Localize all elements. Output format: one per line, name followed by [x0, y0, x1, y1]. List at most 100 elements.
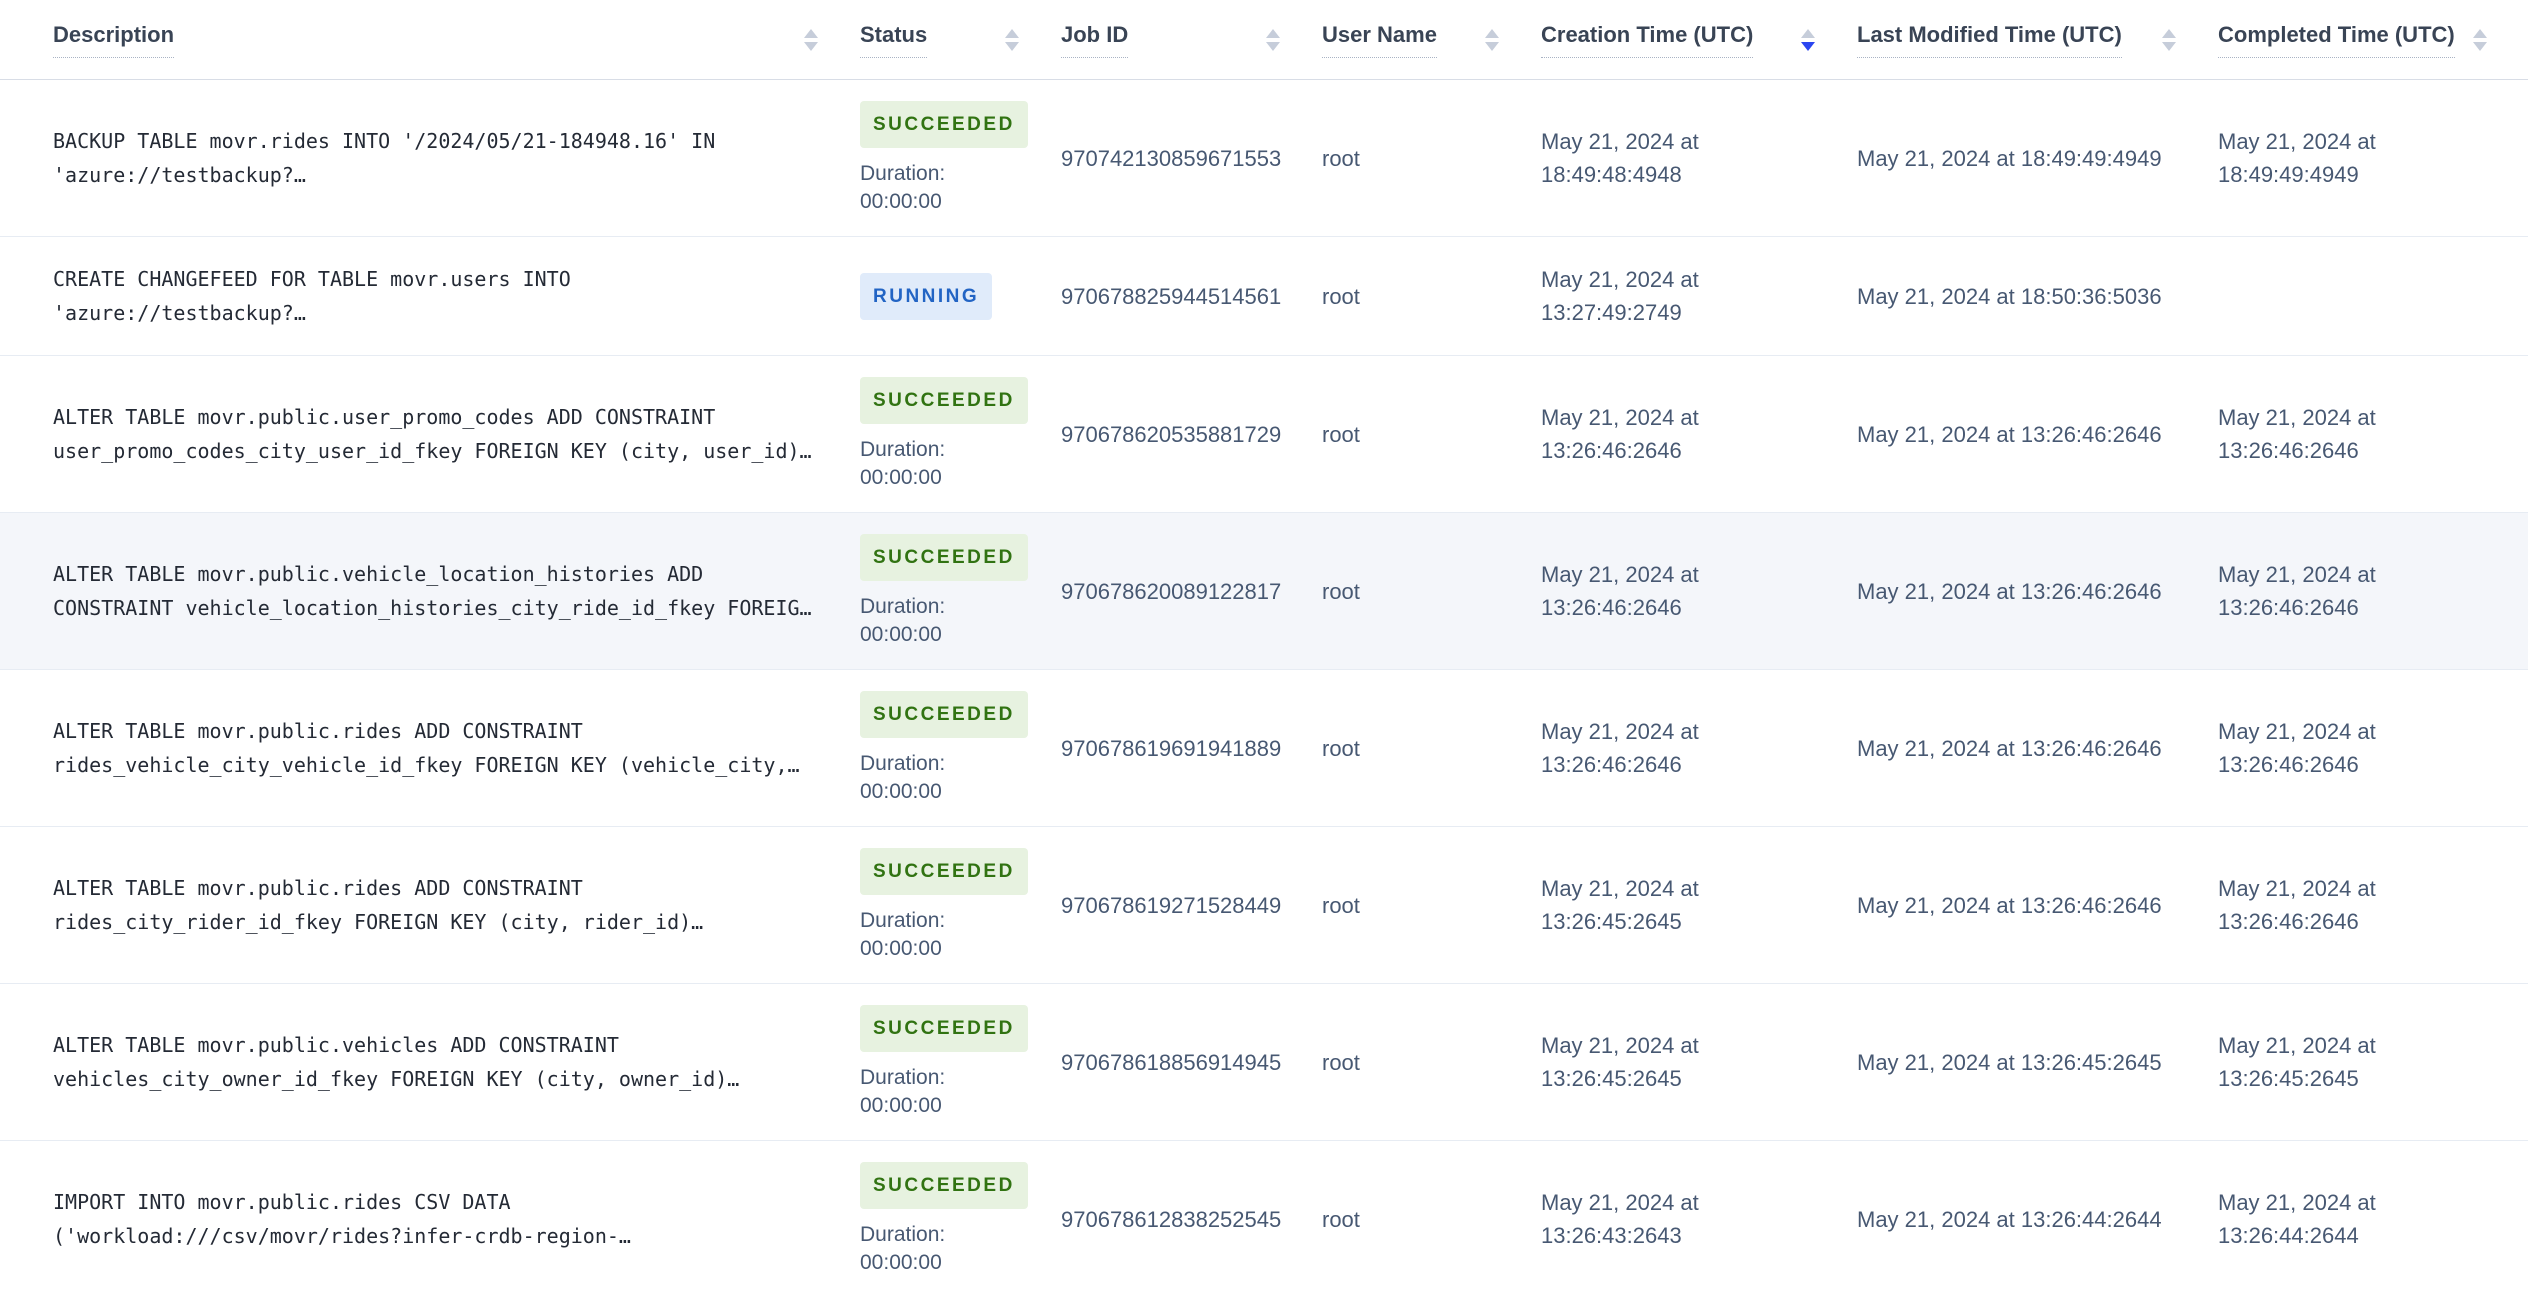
column-header-label[interactable]: Creation Time (UTC): [1541, 22, 1754, 58]
job-id-cell: 970678612838252545: [1061, 1206, 1282, 1232]
column-header-creation-time[interactable]: Creation Time (UTC): [1541, 0, 1857, 79]
table-row[interactable]: CREATE CHANGEFEED FOR TABLE movr.users I…: [0, 237, 2528, 356]
column-header-user-name[interactable]: User Name: [1322, 0, 1541, 79]
job-description-line2[interactable]: ('workload:///csv/movr/rides?infer-crdb-…: [53, 1219, 830, 1253]
sort-asc-arrow-icon: [2472, 28, 2487, 38]
job-description-line2[interactable]: rides_city_rider_id_fkey FOREIGN KEY (ci…: [53, 905, 830, 939]
sort-desc-arrow-icon: [804, 41, 818, 51]
job-description-cell[interactable]: ALTER TABLE movr.public.vehicle_location…: [0, 557, 860, 625]
table-row[interactable]: ALTER TABLE movr.public.rides ADD CONSTR…: [0, 827, 2528, 984]
sort-toggle-icon[interactable]: [804, 28, 818, 51]
last-modified-time-cell: May 21, 2024 at 18:50:36:5036: [1857, 283, 2162, 309]
column-header-label[interactable]: Status: [860, 22, 928, 58]
job-description-cell[interactable]: ALTER TABLE movr.public.rides ADD CONSTR…: [0, 714, 860, 782]
column-header-label[interactable]: Job ID: [1061, 22, 1129, 58]
sort-toggle-icon[interactable]: [2162, 28, 2176, 51]
sort-asc-arrow-icon: [1801, 28, 1815, 38]
status-badge: RUNNING: [860, 272, 993, 320]
sort-toggle-icon[interactable]: [2472, 28, 2487, 51]
duration-block: Duration: 00:00:00: [860, 593, 945, 649]
job-description-cell[interactable]: ALTER TABLE movr.public.rides ADD CONSTR…: [0, 871, 860, 939]
user-name-cell: root: [1322, 892, 1360, 918]
creation-time-cell: May 21, 2024 at 13:26:46:2646: [1541, 719, 1699, 777]
table-header-row: Description Status Job ID User Name Crea…: [0, 0, 2528, 80]
sort-toggle-icon[interactable]: [1005, 28, 1019, 51]
job-description-cell[interactable]: ALTER TABLE movr.public.user_promo_codes…: [0, 400, 860, 468]
table-row[interactable]: ALTER TABLE movr.public.user_promo_codes…: [0, 356, 2528, 513]
table-row[interactable]: BACKUP TABLE movr.rides INTO '/2024/05/2…: [0, 80, 2528, 237]
sort-desc-arrow-icon: [1485, 41, 1499, 51]
job-description-line2[interactable]: vehicles_city_owner_id_fkey FOREIGN KEY …: [53, 1062, 830, 1096]
duration-block: Duration: 00:00:00: [860, 1064, 945, 1120]
job-description-line1[interactable]: ALTER TABLE movr.public.user_promo_codes…: [53, 400, 830, 434]
completed-time-cell: May 21, 2024 at 13:26:46:2646: [2218, 562, 2376, 620]
column-header-label[interactable]: Description: [53, 22, 175, 58]
job-description-line2[interactable]: 'azure://testbackup?…: [53, 296, 830, 330]
column-header-job-id[interactable]: Job ID: [1061, 0, 1322, 79]
last-modified-time-cell: May 21, 2024 at 18:49:49:4949: [1857, 145, 2162, 171]
duration-block: Duration: 00:00:00: [860, 436, 945, 492]
status-badge: SUCCEEDED: [860, 1004, 1028, 1052]
duration-value: 00:00:00: [860, 1093, 942, 1117]
job-description-line1[interactable]: CREATE CHANGEFEED FOR TABLE movr.users I…: [53, 262, 830, 296]
duration-value: 00:00:00: [860, 622, 942, 646]
user-name-cell: root: [1322, 145, 1360, 171]
table-row[interactable]: ALTER TABLE movr.public.rides ADD CONSTR…: [0, 670, 2528, 827]
sort-desc-arrow-icon: [1266, 41, 1280, 51]
job-description-cell[interactable]: IMPORT INTO movr.public.rides CSV DATA (…: [0, 1185, 860, 1253]
duration-block: Duration: 00:00:00: [860, 160, 945, 216]
table-row[interactable]: IMPORT INTO movr.public.rides CSV DATA (…: [0, 1141, 2528, 1292]
job-description-line2[interactable]: user_promo_codes_city_user_id_fkey FOREI…: [53, 434, 830, 468]
status-badge: SUCCEEDED: [860, 376, 1028, 424]
column-header-label[interactable]: Last Modified Time (UTC): [1857, 22, 2122, 58]
completed-time-cell: May 21, 2024 at 13:26:44:2644: [2218, 1190, 2376, 1248]
job-id-cell: 970678619691941889: [1061, 735, 1282, 761]
duration-label: Duration:: [860, 751, 946, 775]
sort-toggle-icon[interactable]: [1801, 28, 1815, 51]
job-description-line1[interactable]: IMPORT INTO movr.public.rides CSV DATA: [53, 1185, 830, 1219]
status-badge: SUCCEEDED: [860, 690, 1028, 738]
job-status-cell: SUCCEEDED Duration: 00:00:00: [860, 1161, 1061, 1277]
job-description-line1[interactable]: ALTER TABLE movr.public.rides ADD CONSTR…: [53, 714, 830, 748]
column-header-label[interactable]: Completed Time (UTC): [2218, 22, 2455, 58]
job-description-line2[interactable]: rides_vehicle_city_vehicle_id_fkey FOREI…: [53, 748, 830, 782]
job-description-line2[interactable]: CONSTRAINT vehicle_location_histories_ci…: [53, 591, 830, 625]
duration-value: 00:00:00: [860, 936, 942, 960]
last-modified-time-cell: May 21, 2024 at 13:26:44:2644: [1857, 1206, 2162, 1232]
column-header-completed-time[interactable]: Completed Time (UTC): [2218, 0, 2528, 79]
table-row[interactable]: ALTER TABLE movr.public.vehicles ADD CON…: [0, 984, 2528, 1141]
duration-value: 00:00:00: [860, 779, 942, 803]
user-name-cell: root: [1322, 421, 1360, 447]
duration-label: Duration:: [860, 594, 946, 618]
duration-value: 00:00:00: [860, 1250, 942, 1274]
jobs-table: Description Status Job ID User Name Crea…: [0, 0, 2528, 1292]
sort-asc-arrow-icon: [1485, 28, 1499, 38]
user-name-cell: root: [1322, 283, 1360, 309]
job-description-line1[interactable]: ALTER TABLE movr.public.vehicle_location…: [53, 557, 830, 591]
sort-asc-arrow-icon: [804, 28, 818, 38]
job-description-line1[interactable]: ALTER TABLE movr.public.rides ADD CONSTR…: [53, 871, 830, 905]
column-header-label[interactable]: User Name: [1322, 22, 1437, 58]
table-body: BACKUP TABLE movr.rides INTO '/2024/05/2…: [0, 80, 2528, 1292]
sort-desc-arrow-icon: [1801, 41, 1815, 51]
job-description-cell[interactable]: CREATE CHANGEFEED FOR TABLE movr.users I…: [0, 262, 860, 330]
sort-toggle-icon[interactable]: [1266, 28, 1280, 51]
column-header-status[interactable]: Status: [860, 0, 1061, 79]
last-modified-time-cell: May 21, 2024 at 13:26:46:2646: [1857, 892, 2162, 918]
job-id-cell: 970678619271528449: [1061, 892, 1282, 918]
job-description-line2[interactable]: 'azure://testbackup?…: [53, 158, 830, 192]
last-modified-time-cell: May 21, 2024 at 13:26:46:2646: [1857, 735, 2162, 761]
sort-desc-arrow-icon: [2472, 41, 2487, 51]
table-row[interactable]: ALTER TABLE movr.public.vehicle_location…: [0, 513, 2528, 670]
job-description-cell[interactable]: ALTER TABLE movr.public.vehicles ADD CON…: [0, 1028, 860, 1096]
status-badge: SUCCEEDED: [860, 100, 1028, 148]
sort-toggle-icon[interactable]: [1485, 28, 1499, 51]
job-description-line1[interactable]: ALTER TABLE movr.public.vehicles ADD CON…: [53, 1028, 830, 1062]
creation-time-cell: May 21, 2024 at 13:26:46:2646: [1541, 562, 1699, 620]
column-header-description[interactable]: Description: [0, 0, 860, 79]
column-header-last-modified-time[interactable]: Last Modified Time (UTC): [1857, 0, 2218, 79]
status-badge: SUCCEEDED: [860, 847, 1028, 895]
job-description-cell[interactable]: BACKUP TABLE movr.rides INTO '/2024/05/2…: [0, 124, 860, 192]
job-description-line1[interactable]: BACKUP TABLE movr.rides INTO '/2024/05/2…: [53, 124, 830, 158]
creation-time-cell: May 21, 2024 at 13:26:45:2645: [1541, 1033, 1699, 1091]
